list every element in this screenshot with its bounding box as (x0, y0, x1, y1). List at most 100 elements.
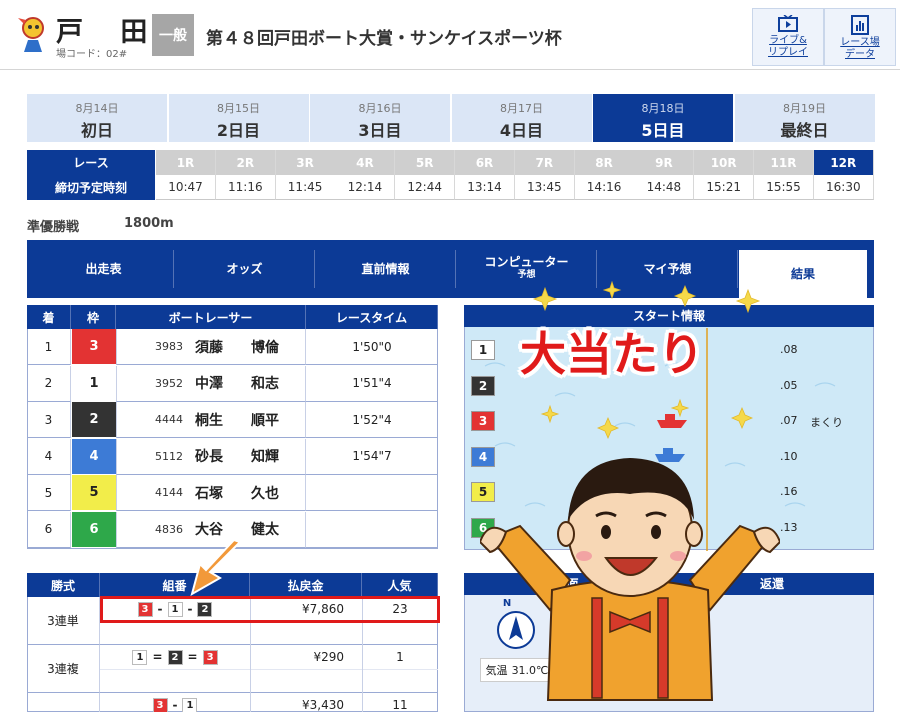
venue-mascot-icon (16, 14, 50, 54)
day-tab-5[interactable]: 8月18日 5日目 (593, 94, 733, 142)
nav-tab-text: コンピューター 予想 (484, 256, 568, 282)
venue-data-button[interactable]: レース場 データ (824, 8, 896, 66)
day-tab-name: 4日目 (499, 121, 544, 140)
nav-tab-label: マイ予想 (643, 261, 692, 276)
nav-tab-text: 直前情報 (361, 261, 410, 276)
race-tab-6R[interactable]: 6R (455, 150, 515, 175)
day-tab-2[interactable]: 8月15日 2日目 (168, 94, 309, 142)
result-racer[interactable]: 3952 中澤 和志 (116, 365, 306, 402)
nav-tab-text: オッズ (226, 262, 262, 276)
nav-tab-0[interactable]: 出走表 (34, 250, 174, 288)
popularity-rank: 1 (396, 650, 404, 664)
result-racer[interactable]: 4144 石塚 久也 (116, 475, 306, 511)
payout-header: 人気 (362, 573, 438, 597)
race-tab-7R[interactable]: 7R (514, 150, 575, 175)
day-tab-4[interactable]: 8月17日 4日目 (451, 94, 592, 142)
race-deadline: 15:21 (694, 175, 755, 200)
racer-id: 4836 (155, 522, 183, 536)
race-tab-8R[interactable]: 8R (574, 150, 635, 175)
combo-boat: 1 (182, 697, 198, 712)
race-deadline: 12:14 (335, 175, 396, 200)
race-tab-3R[interactable]: 3R (275, 150, 336, 175)
payout-header: 払戻金 (250, 573, 362, 597)
race-tab-11R[interactable]: 11R (754, 150, 814, 175)
race-tab-12R[interactable]: 12R (813, 150, 874, 175)
race-time: 1'50"0 (306, 329, 438, 365)
race-distance: 1800m (124, 216, 174, 231)
racer-id: 4144 (155, 486, 183, 499)
race-tab-1R[interactable]: 1R (156, 150, 216, 175)
payout-subrow (100, 669, 438, 693)
column-divider (362, 645, 363, 693)
result-frame-badge: 5 (72, 475, 116, 510)
day-tab-date: 8月16日 (358, 102, 402, 115)
start-timing: .07 (780, 414, 798, 427)
result-place: 6 (27, 511, 71, 548)
nav-tab-label: コンピューター (484, 255, 569, 269)
nav-tab-text: 出走表 (85, 261, 122, 276)
race-deadline: 14:16 (574, 175, 635, 200)
racer-name: 中澤 和志 (195, 376, 279, 392)
time-row-label: 締切予定時刻 (27, 175, 155, 200)
race-deadline: 11:16 (215, 175, 276, 200)
racer-name: 大谷 健太 (195, 522, 279, 538)
racer-name: 砂長 知輝 (195, 449, 279, 465)
race-time (306, 512, 438, 548)
result-header: ボートレーサー (116, 305, 306, 329)
start-timing: .16 (780, 485, 798, 498)
race-deadline: 10:47 (156, 175, 216, 200)
day-tab-date: 8月15日 (217, 102, 260, 115)
racer-id: 3952 (155, 376, 183, 390)
race-time: 1'52"4 (306, 402, 438, 438)
day-tab-6[interactable]: 8月19日 最終日 (734, 94, 875, 142)
venue-code: 場コード：02# (56, 49, 128, 60)
grade-badge: 一般 (152, 14, 194, 56)
nav-tab-2[interactable]: 直前情報 (316, 250, 456, 288)
racer-name: 桐生 順平 (195, 412, 279, 429)
live-replay-button[interactable]: ライブ& リプレイ (752, 8, 824, 66)
live-label-line2: リプレイ (768, 47, 808, 58)
race-time: 1'51"4 (306, 366, 438, 402)
nav-tab-label: 出走表 (85, 261, 122, 276)
race-time (306, 475, 438, 511)
column-divider (250, 693, 251, 712)
start-timing: .10 (780, 449, 798, 463)
race-tab-9R[interactable]: 9R (634, 150, 695, 175)
combo-boat: 2 (167, 649, 183, 665)
race-tab-5R[interactable]: 5R (395, 150, 456, 175)
day-tab-date: 8月18日 (641, 102, 685, 115)
result-racer[interactable]: 5112 砂長 知輝 (116, 438, 306, 475)
race-tab-4R[interactable]: 4R (335, 150, 396, 175)
result-place: 1 (27, 329, 71, 365)
nav-tab-text: マイ予想 (643, 261, 692, 276)
result-header: レースタイム (306, 305, 438, 329)
result-frame-badge: 2 (72, 402, 116, 437)
nav-tab-label: 直前情報 (361, 261, 410, 276)
race-tab-2R[interactable]: 2R (215, 150, 276, 175)
day-tab-name: 2日目 (216, 121, 261, 140)
data-label-line2: データ (845, 49, 875, 60)
result-racer[interactable]: 4444 桐生 順平 (116, 402, 306, 438)
race-tab-10R[interactable]: 10R (694, 150, 755, 175)
winning-trifecta-highlight (100, 596, 440, 623)
race-deadline: 13:45 (514, 175, 575, 200)
combo-separator: = (187, 650, 198, 664)
day-tab-date: 8月19日 (783, 102, 826, 115)
result-frame-badge: 6 (72, 511, 116, 547)
day-tab-name: 初日 (80, 121, 113, 140)
start-timing: .05 (780, 378, 798, 392)
day-tab-name: 3日目 (358, 121, 402, 140)
combo: 1 = 2 = 3 (100, 647, 250, 667)
result-frame-badge: 1 (72, 365, 116, 401)
race-time: 1'54"7 (306, 439, 438, 475)
result-racer[interactable]: 3983 須藤 博倫 (116, 329, 306, 365)
day-tab-1[interactable]: 8月14日 初日 (27, 94, 167, 142)
data-label-line1: レース場 (840, 37, 880, 48)
racer-name: 須藤 博倫 (195, 339, 279, 356)
race-deadline: 13:14 (455, 175, 515, 200)
nav-tab-1[interactable]: オッズ (175, 250, 315, 288)
payout-subrow (100, 621, 438, 645)
day-tab-3[interactable]: 8月16日 3日目 (310, 94, 450, 142)
arrow-icon (188, 538, 244, 602)
result-frame-badge: 3 (72, 329, 116, 364)
